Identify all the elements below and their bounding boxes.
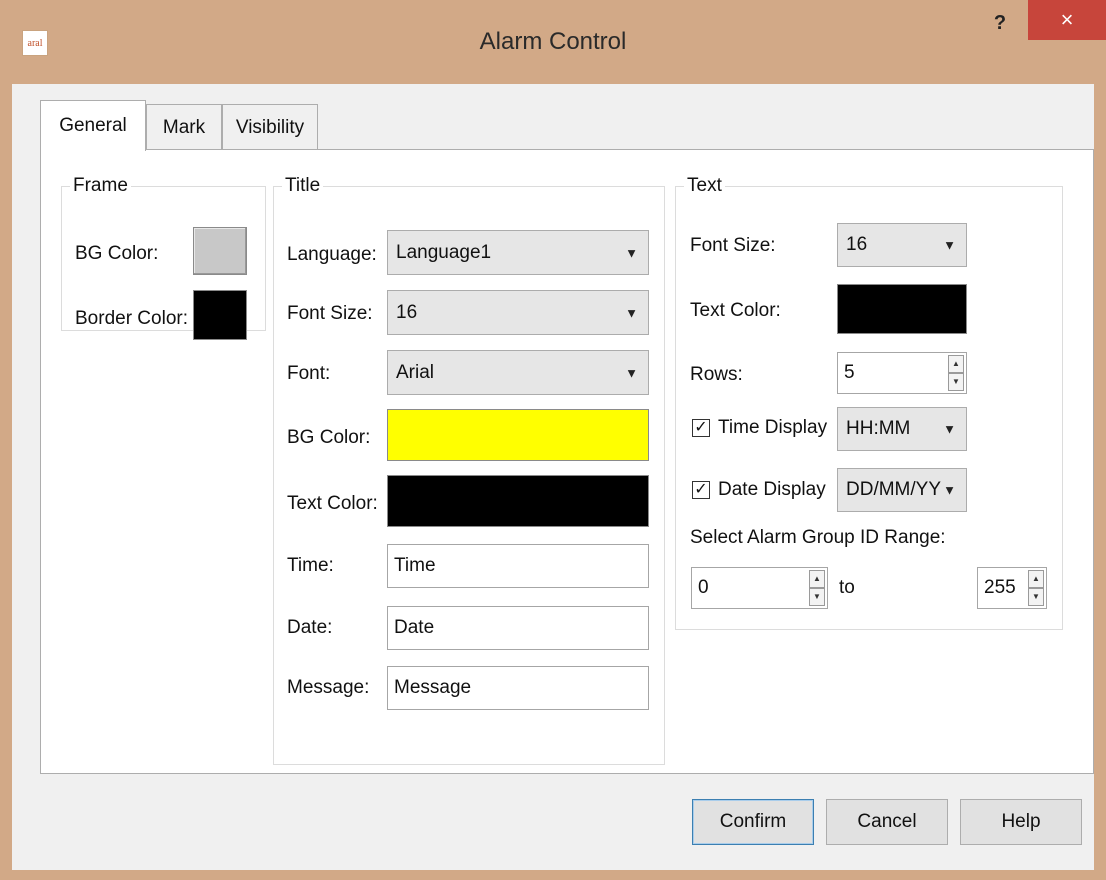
title-text-color-label: Text Color: [287,493,378,514]
general-tab-panel: Frame BG Color: Border Color: Title Lang… [40,149,1094,774]
text-color-label: Text Color: [690,300,781,321]
rows-value: 5 [844,362,855,383]
time-display-label: Time Display [718,417,828,438]
rows-label: Rows: [690,364,743,385]
date-label: Date: [287,617,333,638]
frame-border-color-picker[interactable] [193,290,247,340]
title-font-size-dropdown[interactable]: 16 ▼ [387,290,649,335]
message-input-value: Message [394,677,472,698]
help-button[interactable]: Help [960,799,1082,845]
help-question-button[interactable]: ? [984,8,1016,38]
time-text-input[interactable]: Time [387,544,649,588]
date-display-label: Date Display [718,479,826,500]
range-to-spinbox[interactable]: 255 ▲ ▼ [977,567,1047,609]
tab-mark[interactable]: Mark [146,104,222,150]
date-text-input[interactable]: Date [387,606,649,650]
message-label: Message: [287,677,370,698]
chevron-down-icon: ▼ [943,421,956,437]
spin-down-icon[interactable]: ▼ [948,373,964,391]
font-dropdown[interactable]: Arial ▼ [387,350,649,395]
text-font-size-value: 16 [846,234,868,255]
chevron-down-icon: ▼ [625,245,638,260]
language-value: Language1 [396,241,492,263]
close-button[interactable]: × [1028,0,1106,40]
dialog-client-area: General Mark Visibility Frame BG Color: … [12,84,1094,870]
time-format-value: HH:MM [846,418,911,439]
time-display-checkbox[interactable]: ✓ [692,419,710,437]
text-legend: Text [687,175,722,196]
range-from-value: 0 [698,577,709,598]
chevron-down-icon: ▼ [943,482,956,498]
frame-legend: Frame [73,175,128,196]
range-to-value: 255 [984,577,1016,598]
language-dropdown[interactable]: Language1 ▼ [387,230,649,275]
range-to-label: to [839,577,855,598]
spin-up-icon[interactable]: ▲ [1028,570,1044,588]
language-label: Language: [287,244,377,265]
range-label: Select Alarm Group ID Range: [690,527,946,548]
title-bg-color-label: BG Color: [287,427,371,448]
tab-visibility[interactable]: Visibility [222,104,318,150]
dialog-window: aral Alarm Control ? × General Mark Visi… [0,0,1106,880]
spin-up-icon[interactable]: ▲ [948,355,964,373]
title-bg-color-picker[interactable] [387,409,649,461]
chevron-down-icon: ▼ [943,237,956,253]
title-legend: Title [285,175,321,196]
title-bar[interactable]: aral Alarm Control ? × [0,0,1106,84]
message-text-input[interactable]: Message [387,666,649,710]
text-font-size-dropdown[interactable]: 16 ▼ [837,223,967,267]
date-format-value: DD/MM/YY [846,479,941,500]
time-input-value: Time [394,555,436,576]
date-input-value: Date [394,617,435,638]
title-text-color-picker[interactable] [387,475,649,527]
confirm-button[interactable]: Confirm [692,799,814,845]
window-title: Alarm Control [479,28,627,55]
rows-spinbox[interactable]: 5 ▲ ▼ [837,352,967,394]
chevron-down-icon: ▼ [625,365,638,380]
spin-up-icon[interactable]: ▲ [809,570,825,588]
range-from-spinbox[interactable]: 0 ▲ ▼ [691,567,828,609]
text-color-picker[interactable] [837,284,967,334]
time-label: Time: [287,555,334,576]
cancel-button[interactable]: Cancel [826,799,948,845]
frame-border-color-label: Border Color: [75,308,188,329]
chevron-down-icon: ▼ [625,305,638,320]
tab-general[interactable]: General [40,100,146,151]
frame-bg-color-picker[interactable] [193,227,247,275]
time-format-dropdown[interactable]: HH:MM ▼ [837,407,967,451]
text-font-size-label: Font Size: [690,235,776,256]
font-value: Arial [396,361,435,383]
date-display-checkbox[interactable]: ✓ [692,481,710,499]
frame-bg-color-label: BG Color: [75,243,159,264]
title-font-size-value: 16 [396,301,418,323]
font-label: Font: [287,363,331,384]
spin-down-icon[interactable]: ▼ [1028,588,1044,606]
title-font-size-label: Font Size: [287,303,373,324]
spin-down-icon[interactable]: ▼ [809,588,825,606]
date-format-dropdown[interactable]: DD/MM/YY ▼ [837,468,967,512]
